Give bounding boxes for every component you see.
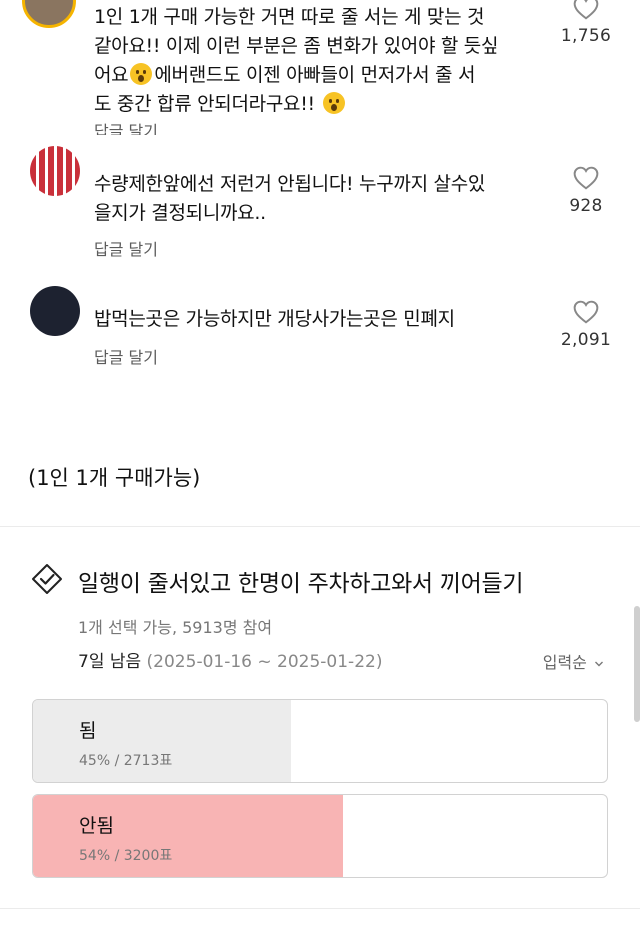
scrollbar[interactable]	[634, 606, 640, 722]
poll-remaining: 7일 남음	[78, 652, 142, 672]
poll-option-yes[interactable]: 됨 45% / 2713표	[32, 699, 608, 783]
like-button[interactable]: 928	[556, 166, 616, 216]
like-count: 1,756	[560, 26, 612, 46]
section-divider	[0, 908, 640, 909]
comment-line: 1인 1개 구매 가능한 거면 따로 줄 서는 게 맞는 것	[94, 6, 485, 28]
poll-option-label: 안됨	[79, 815, 114, 837]
surprised-emoji-icon	[322, 92, 345, 114]
comment-text: 1인 1개 구매 가능한 거면 따로 줄 서는 게 맞는 것 같아요!! 이제 …	[94, 3, 544, 119]
surprised-emoji-icon	[130, 63, 153, 85]
comment-line: 을지가 결정되니까요..	[94, 202, 266, 224]
poll-option-no[interactable]: 안됨 54% / 3200표	[32, 794, 608, 878]
poll-period: 7일 남음 (2025-01-16 ~ 2025-01-22)	[78, 647, 382, 672]
reply-button[interactable]: 답글 달기	[94, 118, 158, 135]
footnote-text: (1인 1개 구매가능)	[28, 466, 201, 490]
comment-avatar[interactable]	[22, 0, 76, 28]
like-button[interactable]: 1,756	[556, 0, 616, 46]
poll-option-stat: 54% / 3200표	[79, 848, 173, 864]
sort-dropdown[interactable]: 입력순	[543, 649, 604, 673]
comment-line: 수량제한앞에선 저런거 안됩니다! 누구까지 살수있	[94, 173, 486, 195]
like-button[interactable]: 2,091	[556, 300, 616, 350]
comment-line: 도 중간 합류 안되더라구요!!	[94, 90, 544, 119]
comment-avatar[interactable]	[30, 146, 80, 196]
reply-button[interactable]: 답글 달기	[94, 344, 158, 368]
heart-icon	[573, 166, 599, 190]
poll-date-range: (2025-01-16 ~ 2025-01-22)	[146, 652, 383, 672]
heart-icon	[573, 300, 599, 324]
comment-line: 같아요!! 이제 이런 부분은 좀 변화가 있어야 할 듯싶	[94, 35, 499, 57]
vote-check-icon	[32, 564, 62, 594]
poll-title: 일행이 줄서있고 한명이 주차하고와서 끼어들기	[78, 571, 524, 597]
poll-option-label: 됨	[79, 720, 97, 742]
heart-icon	[573, 0, 599, 20]
poll-meta: 1개 선택 가능, 5913명 참여	[78, 618, 273, 637]
sort-label: 입력순	[542, 653, 587, 672]
comment-text: 밥먹는곳은 가능하지만 개당사가는곳은 민폐지	[94, 305, 544, 334]
comment-text: 수량제한앞에선 저런거 안됩니다! 누구까지 살수있 을지가 결정되니까요..	[94, 170, 544, 228]
comment-line: 밥먹는곳은 가능하지만 개당사가는곳은 민폐지	[94, 308, 455, 330]
section-divider	[0, 526, 640, 527]
comment-avatar[interactable]	[30, 286, 80, 336]
comment-line: 어요 에버랜드도 이젠 아빠들이 먼저가서 줄 서	[94, 63, 476, 86]
poll-option-stat: 45% / 2713표	[79, 753, 173, 769]
reply-button[interactable]: 답글 달기	[94, 236, 158, 260]
like-count: 928	[569, 196, 603, 216]
chevron-down-icon	[595, 661, 603, 667]
like-count: 2,091	[560, 330, 612, 350]
